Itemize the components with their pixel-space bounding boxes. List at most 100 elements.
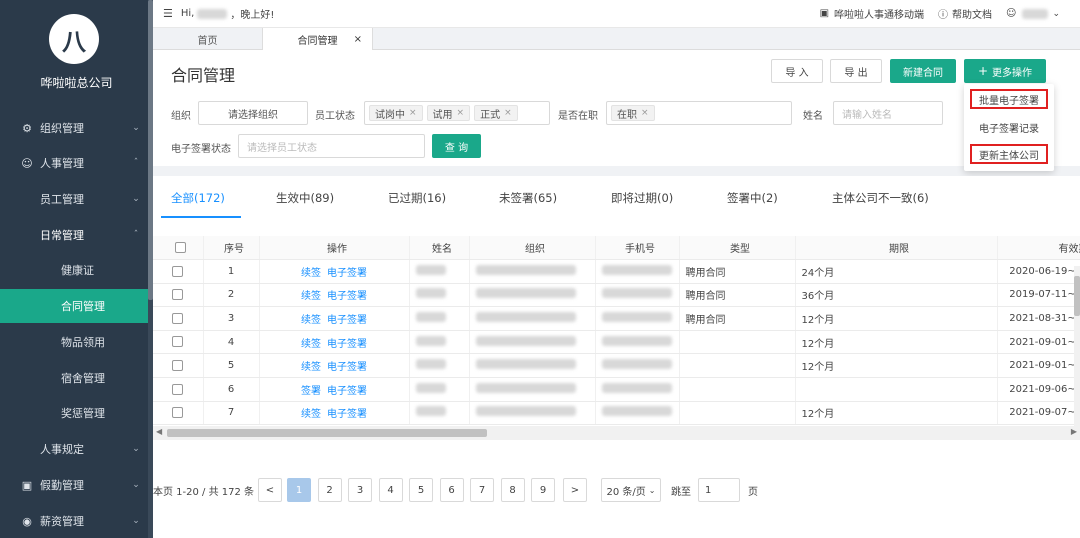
- col-header: 有效期: [997, 236, 1080, 261]
- esign-link[interactable]: 电子签署: [327, 291, 367, 302]
- export-button[interactable]: 导 出: [830, 59, 882, 83]
- plus-icon: +: [977, 64, 989, 78]
- scroll-left-icon[interactable]: ◀: [156, 427, 162, 436]
- org-select[interactable]: 请选择组织: [198, 101, 308, 125]
- page-button[interactable]: 2: [317, 478, 342, 502]
- menu-item-batch-esign[interactable]: 批量电子签署: [970, 89, 1048, 109]
- sidebar-item-leave[interactable]: ▣ 假勤管理 ⌄: [0, 468, 148, 502]
- more-actions-button[interactable]: + 更多操作: [964, 59, 1046, 83]
- type-cell: 聘用合同: [679, 283, 796, 308]
- prev-page-button[interactable]: <: [258, 478, 282, 502]
- menu-icon[interactable]: ☰: [163, 7, 173, 20]
- menu-item-esign-records[interactable]: 电子签署记录: [970, 117, 1048, 137]
- sidebar-item-hr[interactable]: ☺ 人事管理 ˆ: [0, 146, 148, 180]
- date-cell: 2021-09-07~20: [997, 401, 1080, 426]
- col-header: 操作: [259, 236, 410, 261]
- onjob-select[interactable]: 在职 ×: [606, 101, 792, 125]
- status-tab-all[interactable]: 全部(172): [171, 190, 225, 206]
- esign-link[interactable]: 电子签署: [327, 268, 367, 279]
- status-tab-signing[interactable]: 签署中(2): [727, 190, 778, 206]
- chevron-down-icon: ⌄: [132, 123, 140, 133]
- status-tab-expiring[interactable]: 即将过期(0): [611, 190, 673, 206]
- table-vertical-scrollbar[interactable]: [1074, 266, 1080, 426]
- col-header: 期限: [795, 236, 998, 261]
- table-horizontal-scrollbar[interactable]: ◀ ▶: [153, 426, 1080, 440]
- tab-home[interactable]: 首页: [153, 28, 263, 50]
- org-cell-blurred: [469, 353, 596, 379]
- sidebar-item-health[interactable]: 健康证: [0, 253, 148, 287]
- term-cell: [795, 377, 998, 402]
- esign-link[interactable]: 电子签署: [327, 362, 367, 373]
- row-checkbox[interactable]: [172, 383, 184, 395]
- esign-link[interactable]: 电子签署: [327, 315, 367, 326]
- sidebar-item-daily[interactable]: 日常管理 ˆ: [0, 218, 148, 252]
- help-link[interactable]: 帮助文档: [952, 6, 992, 21]
- tab-contract[interactable]: 合同管理 ×: [263, 28, 373, 50]
- user-avatar-icon[interactable]: ☺: [1006, 8, 1016, 19]
- page-button[interactable]: 7: [470, 478, 494, 502]
- menu-item-update-company[interactable]: 更新主体公司: [970, 144, 1048, 164]
- help-icon: ⓘ: [938, 10, 949, 21]
- sidebar-item-reward[interactable]: 奖惩管理: [0, 396, 148, 430]
- page-button[interactable]: 5: [409, 478, 433, 502]
- chevron-up-icon: ˆ: [133, 230, 139, 240]
- phone-cell-blurred: [595, 401, 680, 426]
- sidebar-item-org[interactable]: ⚙ 组织管理 ⌄: [0, 111, 148, 145]
- sidebar-item-contract[interactable]: 合同管理: [0, 289, 148, 323]
- esign-link[interactable]: 电子签署: [327, 339, 367, 350]
- sidebar-item-employee[interactable]: 员工管理 ⌄: [0, 182, 148, 216]
- status-tab-expired[interactable]: 已过期(16): [388, 190, 446, 206]
- close-icon[interactable]: ×: [504, 108, 512, 118]
- status-tab-mismatch[interactable]: 主体公司不一致(6): [832, 190, 929, 206]
- row-checkbox[interactable]: [172, 407, 184, 419]
- scroll-right-icon[interactable]: ▶: [1071, 427, 1077, 436]
- page-button[interactable]: 3: [348, 478, 372, 502]
- page-button[interactable]: 8: [500, 478, 525, 502]
- page-button[interactable]: 4: [378, 478, 403, 502]
- mobile-link[interactable]: 哗啦啦人事通移动端: [834, 6, 924, 21]
- close-icon[interactable]: ×: [354, 34, 362, 45]
- user-menu-chevron-icon[interactable]: ⌄: [1052, 9, 1060, 19]
- next-page-button[interactable]: >: [563, 478, 587, 502]
- close-icon[interactable]: ×: [641, 108, 649, 118]
- page-size-select[interactable]: 20 条/页 ⌄: [601, 478, 661, 502]
- page-button[interactable]: 1: [287, 478, 311, 502]
- renew-link[interactable]: 签署: [301, 386, 321, 397]
- renew-link[interactable]: 续签: [301, 362, 321, 373]
- type-cell: 聘用合同: [679, 306, 796, 331]
- esign-link[interactable]: 电子签署: [327, 409, 367, 420]
- sidebar-item-goods[interactable]: 物品领用: [0, 325, 148, 359]
- renew-link[interactable]: 续签: [301, 291, 321, 302]
- row-checkbox[interactable]: [172, 265, 184, 277]
- status-tab-unsigned[interactable]: 未签署(65): [499, 190, 557, 206]
- page-suffix: 页: [748, 486, 758, 498]
- sidebar: 八 哗啦啦总公司 ⚙ 组织管理 ⌄ ☺ 人事管理 ˆ 员工管理 ⌄ 日常管理 ˆ 健康证 合…: [0, 0, 153, 538]
- esign-status-select[interactable]: 请选择员工状态: [238, 134, 425, 158]
- renew-link[interactable]: 续签: [301, 339, 321, 350]
- name-input[interactable]: 请输入姓名: [833, 101, 943, 125]
- row-checkbox[interactable]: [172, 312, 184, 324]
- renew-link[interactable]: 续签: [301, 409, 321, 420]
- sidebar-item-dorm[interactable]: 宿舍管理: [0, 361, 148, 395]
- import-button[interactable]: 导 入: [771, 59, 823, 83]
- page-button[interactable]: 9: [531, 478, 555, 502]
- esign-link[interactable]: 电子签署: [327, 386, 367, 397]
- row-checkbox[interactable]: [172, 289, 184, 301]
- close-icon[interactable]: ×: [457, 108, 465, 118]
- row-no: 6: [203, 377, 260, 402]
- jump-input[interactable]: 1: [698, 478, 740, 502]
- renew-link[interactable]: 续签: [301, 268, 321, 279]
- sidebar-item-salary[interactable]: ◉ 薪资管理 ⌄: [0, 504, 148, 538]
- select-all-checkbox[interactable]: [175, 241, 187, 253]
- col-header: 组织: [469, 236, 596, 261]
- search-button[interactable]: 查 询: [432, 134, 481, 158]
- sidebar-item-rules[interactable]: 人事规定 ⌄: [0, 432, 148, 466]
- status-select[interactable]: 试岗中 × 试用 × 正式 ×: [364, 101, 550, 125]
- renew-link[interactable]: 续签: [301, 315, 321, 326]
- status-tab-active[interactable]: 生效中(89): [276, 190, 334, 206]
- new-contract-button[interactable]: 新建合同: [890, 59, 956, 83]
- row-checkbox[interactable]: [172, 336, 184, 348]
- row-checkbox[interactable]: [172, 360, 184, 372]
- page-button[interactable]: 6: [439, 478, 464, 502]
- close-icon[interactable]: ×: [409, 108, 417, 118]
